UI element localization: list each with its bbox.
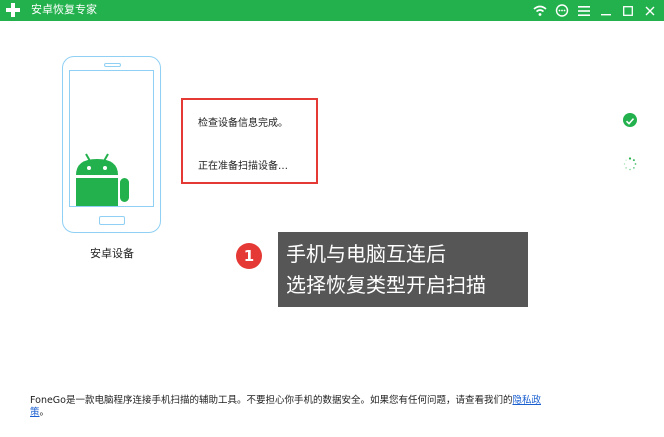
app-title: 安卓恢复专家	[31, 3, 97, 16]
loading-spinner-icon	[623, 157, 637, 171]
footer-text: FoneGo是一款电脑程序连接手机扫描的辅助工具。不要担心你手机的数据安全。如果…	[30, 395, 513, 406]
footer-tail: 。	[39, 407, 50, 418]
instruction-callout: 手机与电脑互连后 选择恢复类型开启扫描	[278, 232, 528, 307]
status-preparing-scan: 正在准备扫描设备…	[198, 161, 288, 172]
android-phone-illustration	[62, 56, 161, 233]
privacy-policy-link[interactable]: 隐私政	[512, 395, 541, 406]
title-bar: 安卓恢复专家	[0, 0, 664, 21]
privacy-policy-link-cont[interactable]: 策	[30, 407, 40, 418]
check-complete-icon	[623, 113, 637, 127]
status-check-complete: 检查设备信息完成。	[198, 118, 288, 129]
wifi-icon[interactable]	[532, 3, 548, 19]
maximize-icon[interactable]	[620, 3, 636, 19]
device-label: 安卓设备	[90, 247, 134, 260]
app-logo-icon	[6, 3, 20, 17]
footer-disclaimer: FoneGo是一款电脑程序连接手机扫描的辅助工具。不要担心你手机的数据安全。如果…	[30, 395, 630, 419]
phone-home-button	[99, 216, 125, 225]
callout-line-2: 选择恢复类型开启扫描	[286, 273, 486, 297]
title-bar-controls	[532, 2, 658, 19]
phone-speaker	[104, 63, 121, 67]
chat-icon[interactable]	[554, 3, 570, 19]
phone-screen	[69, 70, 154, 207]
minimize-icon[interactable]	[598, 3, 614, 19]
menu-icon[interactable]	[576, 3, 592, 19]
android-robot-icon	[76, 153, 129, 206]
close-icon[interactable]	[642, 3, 658, 19]
step-number-badge: 1	[236, 243, 262, 269]
callout-line-1: 手机与电脑互连后	[286, 242, 446, 266]
